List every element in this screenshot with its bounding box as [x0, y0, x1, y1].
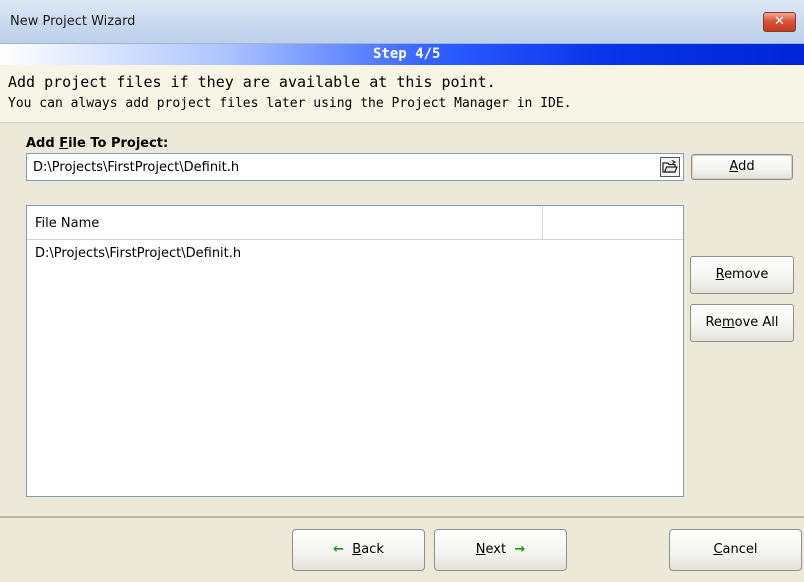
window-title: New Project Wizard [10, 14, 136, 29]
remove-all-button-prefix: Re [705, 315, 722, 330]
remove-all-button-rest: ove All [734, 315, 779, 330]
back-button-rest: ack [361, 542, 384, 557]
main-panel: Add File To Project: Add File Name D:\Pr… [0, 124, 804, 516]
description-panel: Add project files if they are available … [0, 65, 804, 123]
cancel-button-mnemonic: C [713, 542, 723, 557]
next-button-mnemonic: N [475, 542, 486, 557]
close-button[interactable]: ✕ [763, 12, 796, 32]
description-line-1: Add project files if they are available … [8, 73, 496, 91]
add-button-mnemonic: A [729, 159, 739, 174]
remove-button[interactable]: Remove [690, 256, 794, 294]
open-folder-icon [662, 159, 678, 173]
file-path-field[interactable] [26, 153, 684, 181]
file-path-input[interactable] [33, 157, 653, 177]
remove-button-mnemonic: R [715, 267, 725, 282]
close-icon: ✕ [774, 14, 785, 29]
list-item[interactable]: D:\Projects\FirstProject\Definit.h [35, 246, 241, 261]
step-label: Step 4/5 [373, 46, 441, 62]
remove-all-button[interactable]: Remove All [690, 304, 794, 342]
add-file-label: Add File To Project: [26, 136, 168, 151]
next-button-rest: ext [485, 542, 507, 557]
column-header-empty[interactable] [543, 206, 683, 240]
description-line-2: You can always add project files later u… [8, 96, 572, 111]
browse-button[interactable] [660, 157, 680, 177]
add-file-label-suffix: ile To Project: [68, 136, 169, 151]
add-button[interactable]: Add [691, 154, 793, 180]
cancel-button[interactable]: Cancel [669, 529, 802, 571]
cancel-button-rest: ancel [722, 542, 758, 557]
title-bar: New Project Wizard ✕ [0, 0, 804, 44]
add-file-label-mnemonic: F [59, 136, 69, 151]
file-list[interactable]: File Name D:\Projects\FirstProject\Defin… [26, 205, 684, 497]
next-button[interactable]: Next → [434, 529, 567, 571]
add-file-label-prefix: Add [26, 136, 60, 151]
back-button[interactable]: ← Back [292, 529, 425, 571]
column-header-file-name[interactable]: File Name [27, 206, 543, 240]
list-header: File Name [27, 206, 683, 240]
remove-all-button-mnemonic: m [721, 315, 735, 330]
back-arrow-icon: ← [333, 542, 345, 557]
step-banner: Step 4/5 [0, 44, 804, 65]
next-arrow-icon: → [514, 542, 526, 557]
footer-bar: ← Back Next → Cancel [0, 516, 804, 582]
back-button-mnemonic: B [352, 542, 362, 557]
add-button-rest: dd [738, 159, 755, 174]
remove-button-rest: emove [724, 267, 769, 282]
